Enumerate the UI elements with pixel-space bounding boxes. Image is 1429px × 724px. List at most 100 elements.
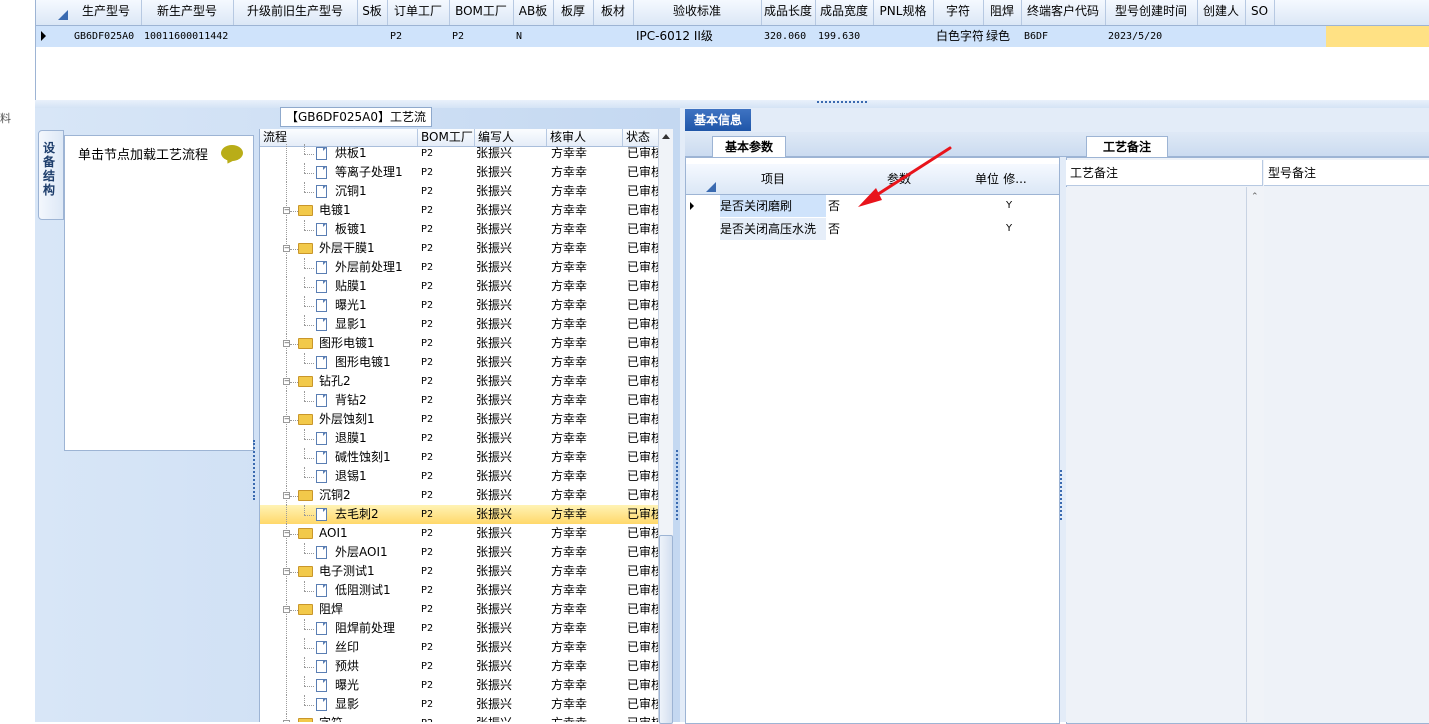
param-value[interactable]: 否 bbox=[826, 218, 840, 240]
cell-10[interactable]: 320.060 bbox=[764, 26, 815, 47]
cell-15[interactable]: B6DF bbox=[1024, 26, 1105, 47]
col-header-4[interactable]: 订单工厂 bbox=[387, 0, 450, 25]
cell-1[interactable]: 10011600011442 bbox=[144, 26, 233, 47]
cell-14[interactable]: 绿色 bbox=[986, 26, 1021, 47]
collapse-icon[interactable]: − bbox=[283, 245, 290, 252]
collapse-icon[interactable]: − bbox=[283, 530, 290, 537]
col-header-16[interactable]: 型号创建时间 bbox=[1105, 0, 1198, 25]
tree-row[interactable]: 烘板1 P2 张振兴 方幸幸 已审核 bbox=[260, 144, 659, 163]
col-process-note[interactable]: 工艺备注 bbox=[1066, 160, 1263, 186]
cell-5[interactable]: P2 bbox=[452, 26, 513, 47]
col-header-10[interactable]: 成品长度 bbox=[761, 0, 816, 25]
col-header-11[interactable]: 成品宽度 bbox=[815, 0, 874, 25]
tree-row[interactable]: − 外层干膜1 P2 张振兴 方幸幸 已审核 bbox=[260, 239, 659, 258]
tree-row[interactable]: 曝光 P2 张振兴 方幸幸 已审核 bbox=[260, 676, 659, 695]
col-header-1[interactable]: 新生产型号 bbox=[141, 0, 234, 25]
tree-row[interactable]: 板镀1 P2 张振兴 方幸幸 已审核 bbox=[260, 220, 659, 239]
col-header-2[interactable]: 升级前旧生产型号 bbox=[233, 0, 358, 25]
tab-process-note[interactable]: 工艺备注 bbox=[1086, 136, 1168, 157]
cell-8[interactable] bbox=[596, 26, 633, 47]
tree-row[interactable]: 外层前处理1 P2 张振兴 方幸幸 已审核 bbox=[260, 258, 659, 277]
tree-row[interactable]: 贴膜1 P2 张振兴 方幸幸 已审核 bbox=[260, 277, 659, 296]
col-header-13[interactable]: 字符 bbox=[933, 0, 984, 25]
folder-icon bbox=[298, 604, 313, 615]
col-header-15[interactable]: 终端客户代码 bbox=[1021, 0, 1106, 25]
tree-row[interactable]: 背钻2 P2 张振兴 方幸幸 已审核 bbox=[260, 391, 659, 410]
col-header-6[interactable]: AB板 bbox=[513, 0, 554, 25]
process-note-editor[interactable] bbox=[1066, 187, 1246, 722]
tree-scroll-thumb[interactable] bbox=[659, 535, 673, 724]
tree-row[interactable]: − AOI1 P2 张振兴 方幸幸 已审核 bbox=[260, 524, 659, 543]
cell-13[interactable]: 白色字符 bbox=[936, 26, 983, 47]
cell-18[interactable] bbox=[1248, 26, 1274, 47]
collapse-icon[interactable]: − bbox=[283, 416, 290, 423]
tree-row[interactable]: − 电子测试1 P2 张振兴 方幸幸 已审核 bbox=[260, 562, 659, 581]
tree-row[interactable]: 等离子处理1 P2 张振兴 方幸幸 已审核 bbox=[260, 163, 659, 182]
tree-row[interactable]: −字符P2张振兴方幸幸已审核 bbox=[260, 714, 659, 722]
cell-16[interactable]: 2023/5/20 bbox=[1108, 26, 1197, 47]
collapse-icon[interactable]: − bbox=[283, 492, 290, 499]
cell-11[interactable]: 199.630 bbox=[818, 26, 873, 47]
param-col-mod[interactable]: 修... bbox=[1002, 164, 1029, 195]
cell-0[interactable]: GB6DF025A0 bbox=[74, 26, 141, 47]
tab-basic-info[interactable]: 基本信息 bbox=[685, 109, 751, 131]
scroll-up-icon[interactable]: ⌃ bbox=[1251, 192, 1259, 202]
tree-row[interactable]: 外层AOI1 P2 张振兴 方幸幸 已审核 bbox=[260, 543, 659, 562]
cell-3[interactable] bbox=[360, 26, 387, 47]
tree-row[interactable]: 显影 P2 张振兴 方幸幸 已审核 bbox=[260, 695, 659, 714]
product-grid: 生产型号 新生产型号 升级前旧生产型号 S板 订单工厂 BOM工厂 AB板 板厚 板材 验收标准成… bbox=[35, 0, 1429, 101]
mid-splitter-grip-icon[interactable] bbox=[676, 450, 684, 520]
tree-row[interactable]: 退锡1 P2 张振兴 方幸幸 已审核 bbox=[260, 467, 659, 486]
collapse-icon[interactable]: − bbox=[283, 568, 290, 575]
cell-17[interactable] bbox=[1200, 26, 1245, 47]
col-header-5[interactable]: BOM工厂 bbox=[449, 0, 514, 25]
tree-row[interactable]: 预烘 P2 张振兴 方幸幸 已审核 bbox=[260, 657, 659, 676]
side-tab-equipment[interactable]: 设备结构 bbox=[38, 130, 64, 220]
col-model-note[interactable]: 型号备注 bbox=[1264, 160, 1429, 186]
collapse-icon[interactable]: − bbox=[283, 378, 290, 385]
tree-row[interactable]: 碱性蚀刻1 P2 张振兴 方幸幸 已审核 bbox=[260, 448, 659, 467]
col-header-14[interactable]: 阻焊 bbox=[983, 0, 1022, 25]
col-header-7[interactable]: 板厚 bbox=[553, 0, 594, 25]
tree-row[interactable]: − 外层蚀刻1 P2 张振兴 方幸幸 已审核 bbox=[260, 410, 659, 429]
cell-6[interactable]: N bbox=[516, 26, 553, 47]
tree-row[interactable]: 退膜1 P2 张振兴 方幸幸 已审核 bbox=[260, 429, 659, 448]
cell-12[interactable] bbox=[876, 26, 933, 47]
collapse-icon[interactable]: − bbox=[283, 207, 290, 214]
param-col-item[interactable]: 项目 bbox=[720, 164, 827, 195]
col-header-3[interactable]: S板 bbox=[357, 0, 388, 25]
tree-row[interactable]: 去毛刺2 P2 张振兴 方幸幸 已审核 bbox=[260, 505, 659, 524]
tree-cell-reviewer: 方幸幸 bbox=[551, 564, 588, 578]
tree-row[interactable]: − 图形电镀1 P2 张振兴 方幸幸 已审核 bbox=[260, 334, 659, 353]
cell-4[interactable]: P2 bbox=[390, 26, 449, 47]
tree-row[interactable]: 低阻测试1 P2 张振兴 方幸幸 已审核 bbox=[260, 581, 659, 600]
scroll-up-icon[interactable] bbox=[662, 134, 670, 139]
tree-cell-status: 已审核 bbox=[627, 697, 659, 711]
tree-row[interactable]: − 电镀1 P2 张振兴 方幸幸 已审核 bbox=[260, 201, 659, 220]
tree-row[interactable]: 阻焊前处理 P2 张振兴 方幸幸 已审核 bbox=[260, 619, 659, 638]
cell-9[interactable]: IPC-6012 II级 bbox=[636, 26, 761, 47]
tree-row[interactable]: 图形电镀1 P2 张振兴 方幸幸 已审核 bbox=[260, 353, 659, 372]
cell-7[interactable] bbox=[556, 26, 593, 47]
col-header-17[interactable]: 创建人 bbox=[1197, 0, 1246, 25]
tree-row[interactable]: − 阻焊 P2 张振兴 方幸幸 已审核 bbox=[260, 600, 659, 619]
tree-row[interactable]: 显影1 P2 张振兴 方幸幸 已审核 bbox=[260, 315, 659, 334]
tree-row[interactable]: 沉铜1 P2 张振兴 方幸幸 已审核 bbox=[260, 182, 659, 201]
col-header-18[interactable]: SO bbox=[1245, 0, 1275, 25]
tree-row[interactable]: − 沉铜2 P2 张振兴 方幸幸 已审核 bbox=[260, 486, 659, 505]
tab-basic-params[interactable]: 基本参数 bbox=[712, 136, 786, 157]
col-header-9[interactable]: 验收标准 bbox=[633, 0, 762, 25]
param-row[interactable]: 是否关闭高压水洗 否 Y bbox=[686, 218, 1059, 240]
tree-row[interactable]: − 钻孔2 P2 张振兴 方幸幸 已审核 bbox=[260, 372, 659, 391]
tree-guide-line bbox=[304, 629, 314, 630]
collapse-icon[interactable]: − bbox=[283, 606, 290, 613]
collapse-icon[interactable]: − bbox=[283, 340, 290, 347]
note-scrollbar[interactable]: ⌃ bbox=[1246, 187, 1264, 722]
product-grid-row[interactable]: GB6DF025A0 10011600011442 P2 P2 N IPC-6012 II… bbox=[36, 26, 1429, 47]
col-header-12[interactable]: PNL规格 bbox=[873, 0, 934, 25]
col-header-8[interactable]: 板材 bbox=[593, 0, 634, 25]
cell-2[interactable] bbox=[236, 26, 357, 47]
tree-row[interactable]: 丝印 P2 张振兴 方幸幸 已审核 bbox=[260, 638, 659, 657]
col-header-0[interactable]: 生产型号 bbox=[71, 0, 142, 25]
tree-row[interactable]: 曝光1 P2 张振兴 方幸幸 已审核 bbox=[260, 296, 659, 315]
